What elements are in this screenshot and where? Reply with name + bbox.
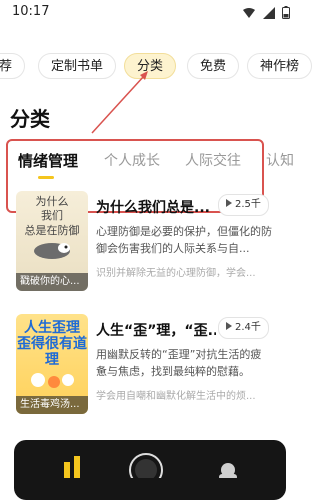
book-cover: 为什么 我们 总是在防御 戳破你的心... [16,191,88,291]
cover-illustration [34,243,70,259]
item-subtitle: 学会用自嘲和幽默化解生活中的烦... [96,391,256,402]
cover-title: 人生歪理 歪得很有道理 [17,320,87,368]
banner-illustration [64,453,237,478]
cover-title: 为什么 我们 [35,195,69,222]
play-count-badge[interactable]: 2.4千 [218,317,269,339]
play-icon [226,199,232,207]
item-description: 心理防御是必要的保护，但僵化的防御会伤害我们的人际关系与自... [96,225,272,255]
item-title: 人生“歪”理，“歪... [96,323,216,339]
cover-subtitle: 总是在防御 [24,224,80,237]
bottom-banner[interactable] [14,440,286,500]
item-title: 为什么我们总是... [96,200,210,216]
play-count: 2.5千 [235,199,261,210]
cover-caption: 生活毒鸡汤... [16,396,88,414]
list-item[interactable]: 为什么 我们 总是在防御 戳破你的心... 为什么我们总是... 2.5千 心理… [0,191,300,291]
cover-illustration [31,373,74,388]
list-item[interactable]: 人生歪理 歪得很有道理 生活毒鸡汤... 人生“歪”理，“歪... 2.4千 用… [0,314,300,414]
play-count-badge[interactable]: 2.5千 [218,194,269,216]
cover-caption: 戳破你的心... [16,273,88,291]
play-count: 2.4千 [235,322,261,333]
item-subtitle: 识别并解除无益的心理防御，学会... [96,268,256,279]
play-icon [226,322,232,330]
item-description: 用幽默反转的“歪理”对抗生活的疲惫与焦虑，找到最纯粹的慰藉。 [96,348,262,378]
book-cover: 人生歪理 歪得很有道理 生活毒鸡汤... [16,314,88,414]
